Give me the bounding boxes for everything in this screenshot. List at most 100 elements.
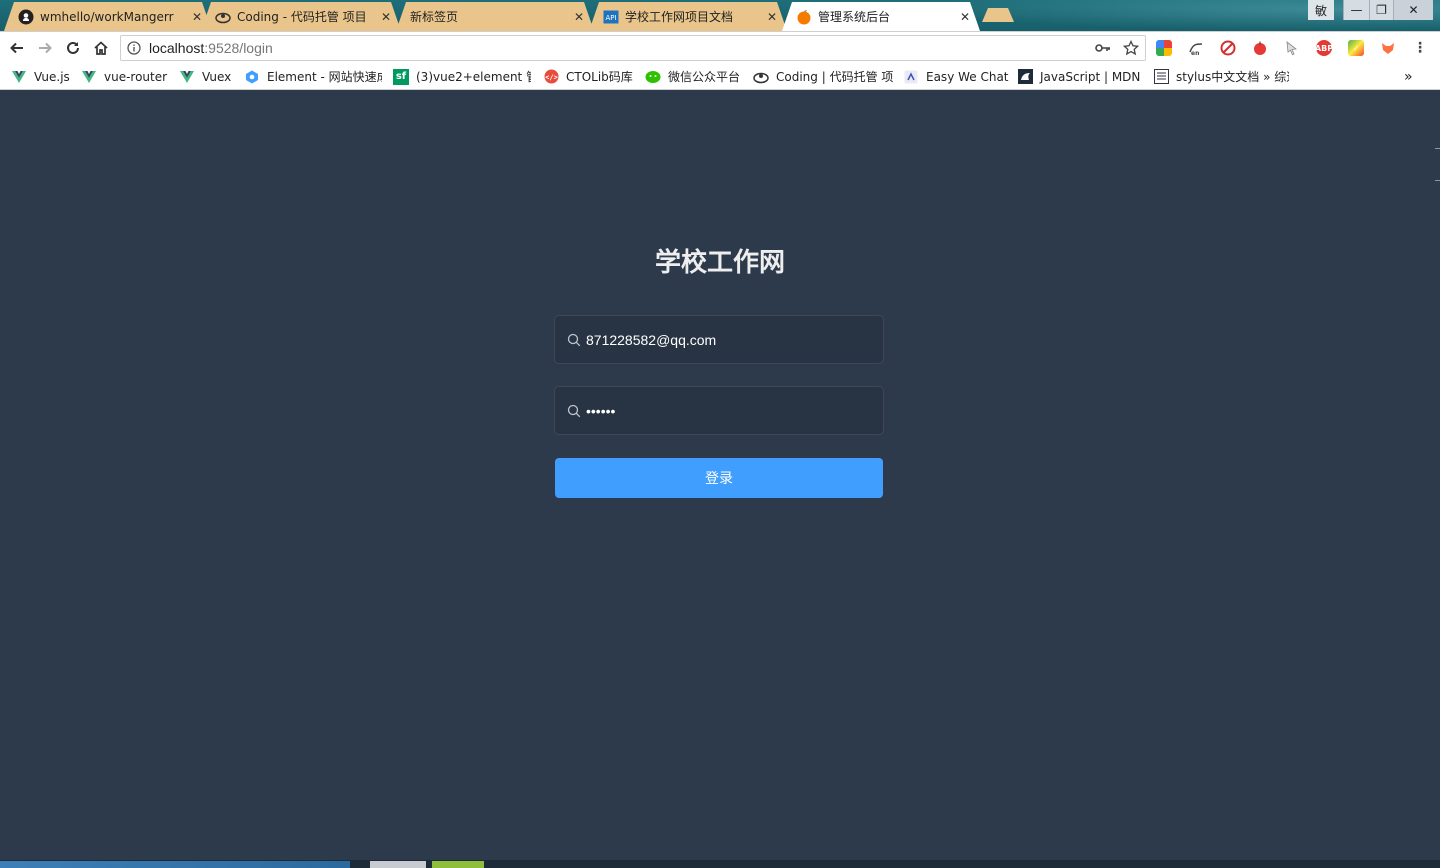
- bookmark-label: Vue.js: [34, 69, 70, 84]
- extension-cursor-icon[interactable]: [1284, 40, 1300, 56]
- home-icon: [94, 41, 108, 55]
- svg-text:en: en: [1191, 50, 1199, 56]
- vue-icon: [81, 69, 97, 85]
- address-bar[interactable]: localhost:9528/login: [120, 35, 1146, 61]
- easywechat-icon: [903, 69, 919, 85]
- browser-titlebar: wmhello/workMangerr ✕ Coding - 代码托管 项目 ✕…: [0, 0, 1440, 31]
- tab-close-icon[interactable]: ✕: [379, 10, 393, 24]
- orange-favicon: [796, 9, 812, 25]
- bookmark-vue-router[interactable]: vue-router: [81, 68, 171, 85]
- new-tab-button[interactable]: [982, 8, 1014, 22]
- url-host: localhost: [149, 40, 205, 56]
- bookmarks-bar: Vue.js vue-router Vuex Element - 网站快速成 s…: [0, 63, 1440, 90]
- password-input[interactable]: [586, 387, 866, 434]
- bookmark-label: Vuex: [202, 69, 232, 84]
- username-field[interactable]: [554, 315, 884, 364]
- bookmark-label: 微信公众平台: [668, 70, 741, 84]
- password-field[interactable]: [554, 386, 884, 435]
- bookmark-easywechat[interactable]: Easy We Chat: [903, 68, 1009, 85]
- coding-icon: [215, 9, 231, 25]
- tab-close-icon[interactable]: ✕: [190, 10, 204, 24]
- wechat-icon: [645, 69, 661, 85]
- github-icon: [18, 9, 34, 25]
- adblock-plus-icon[interactable]: ABP: [1315, 40, 1333, 56]
- restore-button[interactable]: ❐: [1369, 0, 1393, 20]
- bookmark-vuex[interactable]: Vuex: [179, 68, 235, 85]
- taskbar-start-area[interactable]: [0, 861, 350, 868]
- bookmark-vuejs[interactable]: Vue.js: [11, 68, 73, 85]
- info-icon[interactable]: [127, 41, 141, 55]
- bookmark-ctolib[interactable]: </> CTOLib码库: [543, 68, 639, 85]
- api-doc-icon: API: [603, 9, 619, 25]
- bookmark-label: vue-router: [104, 69, 168, 84]
- minimize-button[interactable]: —: [1343, 0, 1369, 20]
- tab-admin-active[interactable]: 管理系统后台 ✕: [782, 2, 980, 31]
- tab-label: 新标签页: [410, 10, 459, 24]
- login-button[interactable]: 登录: [555, 458, 883, 498]
- tab-new[interactable]: 新标签页 ✕: [396, 2, 594, 31]
- username-input[interactable]: [586, 316, 866, 363]
- extension-translate-icon[interactable]: en: [1188, 40, 1204, 56]
- scroll-marker: [1435, 180, 1440, 181]
- scroll-marker: [1435, 148, 1440, 149]
- extension-check-icon[interactable]: ✓: [1348, 40, 1364, 56]
- back-button[interactable]: [6, 37, 28, 59]
- bookmark-element[interactable]: Element - 网站快速成: [244, 68, 382, 85]
- key-icon[interactable]: [1095, 41, 1111, 55]
- login-page: 学校工作网 登录: [0, 90, 1440, 860]
- tab-api-docs[interactable]: API 学校工作网项目文档 ✕: [589, 2, 787, 31]
- stylus-icon: [1153, 69, 1169, 85]
- vue-icon: [11, 69, 27, 85]
- star-bookmark-icon[interactable]: [1123, 40, 1139, 56]
- home-button[interactable]: [90, 37, 112, 59]
- bookmark-label: CTOLib码库: [566, 70, 633, 84]
- reload-icon: [67, 41, 79, 54]
- close-window-button[interactable]: ✕: [1393, 0, 1433, 20]
- search-icon: [567, 404, 581, 417]
- bookmark-label: (3)vue2+element 管: [416, 70, 531, 84]
- extension-blocker-icon[interactable]: [1220, 40, 1236, 56]
- extension-colorful-icon[interactable]: [1156, 40, 1172, 56]
- os-taskbar: [0, 860, 1440, 868]
- browser-menu-icon[interactable]: ⋮: [1412, 40, 1428, 56]
- bookmarks-overflow-button[interactable]: »: [1404, 68, 1420, 85]
- bookmark-label: Element - 网站快速成: [267, 70, 382, 84]
- tab-label: 管理系统后台: [818, 10, 891, 24]
- bookmark-coding[interactable]: Coding | 代码托管 项: [753, 68, 893, 85]
- tab-label: wmhello/workMangerr: [40, 9, 174, 24]
- forward-button[interactable]: [34, 37, 56, 59]
- bookmark-stylus[interactable]: stylus中文文档 » 综述: [1153, 68, 1289, 85]
- bookmark-label: Coding | 代码托管 项: [776, 70, 893, 84]
- bookmark-mdn[interactable]: JavaScript | MDN: [1017, 68, 1143, 85]
- bookmark-wechat[interactable]: 微信公众平台: [645, 68, 747, 85]
- tab-close-icon[interactable]: ✕: [958, 10, 972, 24]
- back-arrow-icon: [10, 42, 23, 54]
- reload-button[interactable]: [62, 37, 84, 59]
- bookmark-label: JavaScript | MDN: [1040, 69, 1141, 84]
- tab-close-icon[interactable]: ✕: [765, 10, 779, 24]
- search-icon: [567, 333, 581, 346]
- vue-icon: [179, 69, 195, 85]
- element-icon: [244, 69, 260, 85]
- browser-toolbar: localhost:9528/login en ABP ✓ ⋮: [0, 31, 1440, 63]
- url-path: :9528/login: [204, 40, 273, 56]
- tab-coding[interactable]: Coding - 代码托管 项目 ✕: [201, 2, 401, 31]
- coding-icon: [753, 69, 769, 85]
- svg-text:</>: </>: [545, 74, 558, 82]
- extension-fox-icon[interactable]: [1380, 40, 1396, 56]
- bookmark-label: Easy We Chat: [926, 69, 1009, 84]
- tab-label: Coding - 代码托管 项目: [237, 10, 367, 24]
- segmentfault-icon: sf: [393, 68, 409, 85]
- login-title: 学校工作网: [654, 248, 785, 278]
- forward-arrow-icon: [39, 42, 52, 54]
- taskbar-app-button[interactable]: [432, 861, 484, 868]
- taskbar-chrome-button[interactable]: [370, 861, 426, 868]
- tab-label: 学校工作网项目文档: [625, 10, 734, 24]
- tab-close-icon[interactable]: ✕: [572, 10, 586, 24]
- ctolib-icon: </>: [543, 69, 559, 85]
- svg-text:API: API: [605, 14, 616, 22]
- bookmark-segmentfault[interactable]: sf (3)vue2+element 管: [393, 68, 531, 85]
- mdn-icon: [1017, 69, 1033, 85]
- tab-github[interactable]: wmhello/workMangerr ✕: [4, 2, 212, 31]
- extension-red-apple-icon[interactable]: [1252, 40, 1268, 56]
